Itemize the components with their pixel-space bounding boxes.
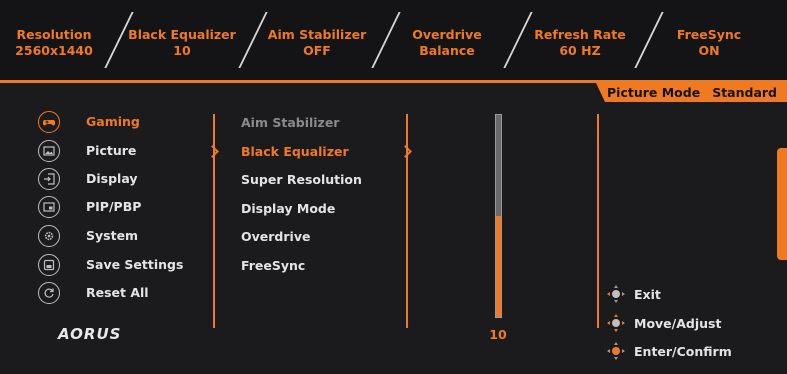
submenu-item-display-mode[interactable]: Display Mode bbox=[241, 201, 335, 216]
pip-icon bbox=[38, 196, 60, 218]
picture-mode-value: Standard bbox=[712, 85, 777, 100]
menu-item-reset-all[interactable]: Reset All bbox=[38, 282, 198, 306]
submenu-item-freesync[interactable]: FreeSync bbox=[241, 258, 305, 273]
slider-fill bbox=[496, 216, 501, 317]
menu-divider-right bbox=[597, 114, 599, 328]
hint-label: Move/Adjust bbox=[634, 316, 722, 331]
submenu-item-overdrive[interactable]: Overdrive bbox=[241, 229, 310, 244]
hint-label: Exit bbox=[634, 287, 661, 302]
picture-mode-tab: Picture Mode Standard bbox=[596, 83, 787, 102]
joystick-move-icon bbox=[607, 314, 625, 332]
side-tab-indicator bbox=[777, 148, 787, 260]
menu-item-label: Reset All bbox=[86, 285, 149, 300]
display-input-icon bbox=[38, 168, 60, 190]
status-value: OFF bbox=[303, 43, 331, 58]
menu-item-display[interactable]: Display bbox=[38, 168, 198, 192]
chevron-right-icon bbox=[206, 145, 219, 158]
gamepad-icon bbox=[38, 111, 60, 133]
chevron-right-icon bbox=[399, 145, 412, 158]
status-label: Overdrive bbox=[412, 27, 482, 42]
aorus-logo: AORUS bbox=[58, 325, 121, 343]
joystick-left-icon bbox=[607, 285, 625, 303]
menu-item-label: PIP/PBP bbox=[86, 199, 142, 214]
status-value: 2560x1440 bbox=[15, 43, 93, 58]
status-black-equalizer: Black Equalizer 10 bbox=[122, 27, 242, 59]
menu-item-label: Gaming bbox=[86, 114, 140, 129]
picture-mode-label: Picture Mode bbox=[607, 85, 701, 100]
status-freesync: FreeSync ON bbox=[649, 27, 769, 59]
status-refresh-rate: Refresh Rate 60 HZ bbox=[520, 27, 640, 59]
menu-item-picture[interactable]: Picture bbox=[38, 140, 198, 164]
status-value: Balance bbox=[419, 43, 475, 58]
status-label: FreeSync bbox=[676, 27, 742, 42]
submenu-item-black-equalizer[interactable]: Black Equalizer bbox=[241, 144, 349, 159]
status-aim-stabilizer: Aim Stabilizer OFF bbox=[257, 27, 377, 59]
submenu-item-super-resolution[interactable]: Super Resolution bbox=[241, 172, 362, 187]
joystick-press-icon bbox=[607, 342, 625, 360]
status-label: Refresh Rate bbox=[534, 27, 626, 42]
brand-logo-text: AORUS bbox=[58, 325, 122, 343]
header-divider bbox=[0, 80, 787, 83]
status-value: 10 bbox=[173, 43, 191, 58]
status-resolution: Resolution 2560x1440 bbox=[0, 27, 114, 59]
status-label: Aim Stabilizer bbox=[267, 27, 367, 42]
status-label: Black Equalizer bbox=[128, 27, 236, 42]
submenu-item-aim-stabilizer: Aim Stabilizer bbox=[241, 115, 340, 130]
black-equalizer-slider[interactable] bbox=[495, 114, 502, 318]
status-bar: Resolution 2560x1440 Black Equalizer 10 … bbox=[0, 0, 787, 80]
menu-item-pip-pbp[interactable]: PIP/PBP bbox=[38, 196, 198, 220]
slider-value: 10 bbox=[489, 327, 507, 342]
status-overdrive: Overdrive Balance bbox=[387, 27, 507, 59]
status-value: 60 HZ bbox=[559, 43, 601, 58]
save-icon bbox=[38, 254, 60, 276]
menu-item-label: Display bbox=[86, 171, 138, 186]
menu-item-system[interactable]: System bbox=[38, 225, 198, 249]
menu-item-label: System bbox=[86, 228, 139, 243]
menu-item-gaming[interactable]: Gaming bbox=[38, 111, 198, 135]
gear-icon bbox=[38, 225, 60, 247]
status-value: ON bbox=[698, 43, 720, 58]
menu-item-label: Save Settings bbox=[86, 257, 184, 272]
hint-label: Enter/Confirm bbox=[634, 344, 732, 359]
reset-icon bbox=[38, 282, 60, 304]
menu-item-label: Picture bbox=[86, 143, 137, 158]
status-label: Resolution bbox=[16, 27, 92, 42]
menu-item-save-settings[interactable]: Save Settings bbox=[38, 254, 198, 278]
picture-icon bbox=[38, 140, 60, 162]
